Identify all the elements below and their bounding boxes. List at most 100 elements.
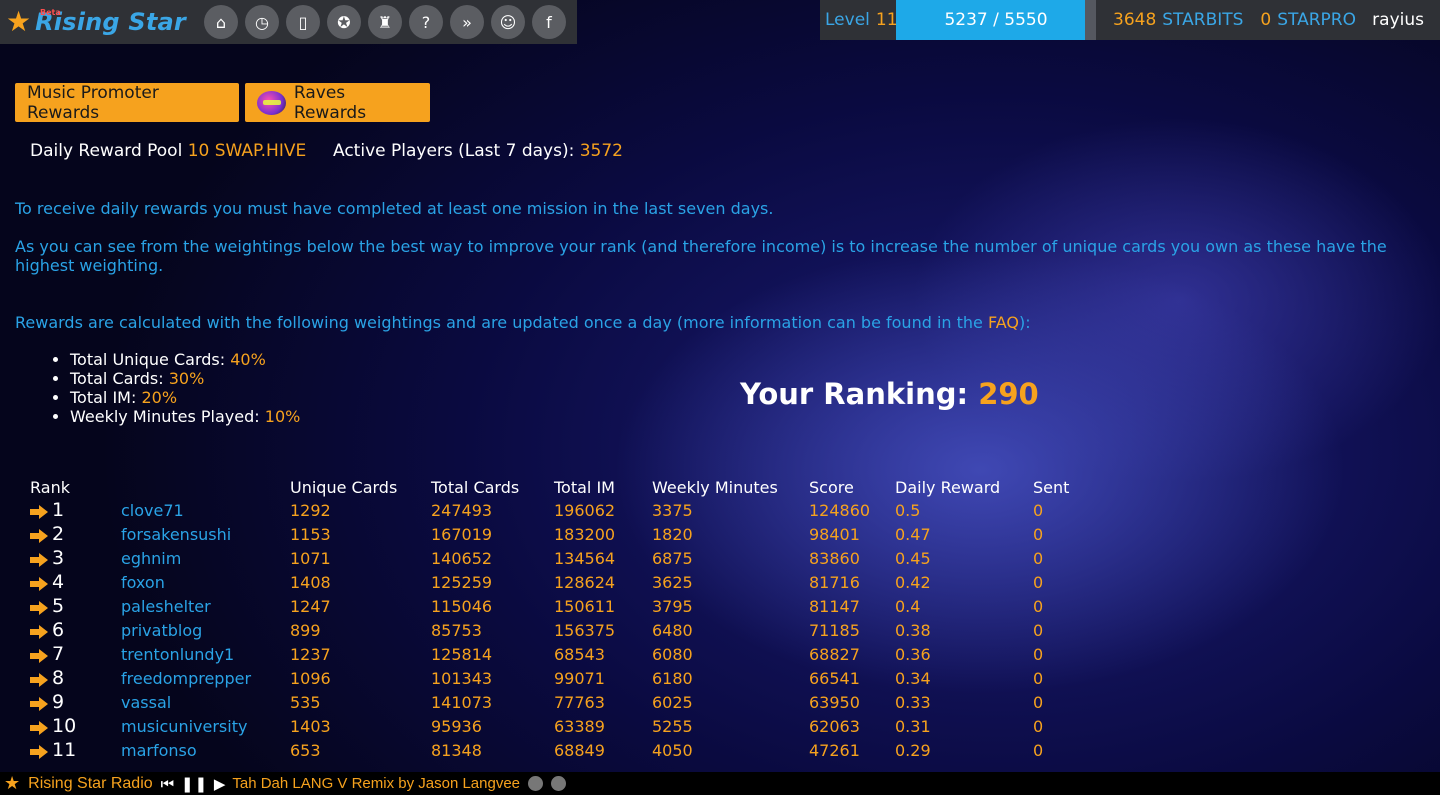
header-rank: Rank <box>30 478 70 497</box>
unique-cards-cell: 1237 <box>290 645 331 664</box>
soundcloud-icon[interactable] <box>528 776 544 791</box>
weighting-item: Total Unique Cards: 40% <box>70 350 300 369</box>
score-cell: 68827 <box>809 645 860 664</box>
total-im-cell: 68849 <box>554 741 605 760</box>
active-players: Active Players (Last 7 days): 3572 <box>333 141 623 161</box>
daily-reward-pool: Daily Reward Pool 10 SWAP.HIVE <box>30 141 306 161</box>
total-cards-cell: 141073 <box>431 693 493 712</box>
header-total-cards: Total Cards <box>431 478 520 497</box>
username-cell[interactable]: eghnim <box>121 547 181 571</box>
total-cards-cell: 125814 <box>431 645 493 664</box>
star-icon: ★ <box>6 5 32 38</box>
rank-arrow-icon <box>30 721 48 735</box>
score-cell: 83860 <box>809 549 860 568</box>
info-paragraph-weightings: As you can see from the weightings below… <box>15 237 1387 275</box>
your-ranking: Your Ranking: 290 <box>740 377 1039 411</box>
weighting-label: Total Cards: <box>70 369 164 388</box>
rank-number: 1 <box>52 499 65 521</box>
sent-cell: 0 <box>1033 645 1044 664</box>
main-nav: ★ Beta Rising Star ⌂ ◷ ▯ ✪ ♜?» ☺ f <box>0 0 577 44</box>
username-cell[interactable]: forsakensushi <box>121 523 231 547</box>
username-cell[interactable]: marfonso <box>121 739 197 763</box>
daily-reward-cell: 0.33 <box>895 693 931 712</box>
total-im-cell: 68543 <box>554 645 605 664</box>
weekly-minutes-cell: 4050 <box>652 741 693 760</box>
total-cards-cell: 247493 <box>431 501 493 520</box>
raves-rewards-button[interactable]: Raves Rewards <box>245 83 430 123</box>
discord-icon[interactable]: ☺ <box>491 5 525 39</box>
weekly-minutes-cell: 6875 <box>652 549 693 568</box>
radio-track: Tah Dah LANG V Remix by Jason Langvee <box>232 775 521 792</box>
sent-cell: 0 <box>1033 597 1044 616</box>
sent-cell: 0 <box>1033 669 1044 688</box>
xp-text: 5237 / 5550 <box>944 10 1048 30</box>
radio-controls[interactable]: ⏮ ❚❚ ▶ <box>161 775 227 793</box>
total-cards-cell: 125259 <box>431 573 493 592</box>
currency-bar: 3648 STARBITS 0 STARPRO rayius <box>1096 0 1440 40</box>
weekly-minutes-cell: 6080 <box>652 645 693 664</box>
rank-arrow-icon <box>30 625 48 639</box>
sent-cell: 0 <box>1033 549 1044 568</box>
username-cell[interactable]: trentonlundy1 <box>121 643 234 667</box>
faq-link[interactable]: FAQ <box>988 313 1019 332</box>
brand-logo[interactable]: ★ Beta Rising Star <box>0 0 196 44</box>
rank-arrow-icon <box>30 673 48 687</box>
weighting-item: Total Cards: 30% <box>70 369 300 388</box>
header-weekly-minutes: Weekly Minutes <box>652 478 778 497</box>
daily-reward-cell: 0.29 <box>895 741 931 760</box>
total-im-cell: 77763 <box>554 693 605 712</box>
active-players-label: Active Players (Last 7 days): <box>333 141 575 161</box>
total-cards-cell: 81348 <box>431 741 482 760</box>
radio-star-icon: ★ <box>4 773 21 794</box>
hive-icon[interactable]: » <box>450 5 484 39</box>
table-row: 4 foxon 1408 125259 128624 3625 81716 0.42 0 <box>0 571 1100 595</box>
weekly-minutes-cell: 1820 <box>652 525 693 544</box>
username-cell[interactable]: privatblog <box>121 619 202 643</box>
level-label: Level <box>825 10 870 30</box>
table-row: 10 musicuniversity 1403 95936 63389 5255 62063… <box>0 715 1100 739</box>
header-sent: Sent <box>1033 478 1070 497</box>
username-cell[interactable]: foxon <box>121 571 165 595</box>
total-cards-cell: 167019 <box>431 525 493 544</box>
username-cell[interactable]: paleshelter <box>121 595 211 619</box>
score-cell: 66541 <box>809 669 860 688</box>
unique-cards-cell: 1247 <box>290 597 331 616</box>
weighting-value: 30% <box>168 369 205 388</box>
rank-number: 6 <box>52 619 65 641</box>
rank-number: 3 <box>52 547 65 569</box>
total-im-cell: 134564 <box>554 549 616 568</box>
trophy-icon[interactable]: ♜ <box>368 5 402 39</box>
total-im-cell: 128624 <box>554 573 616 592</box>
table-row: 6 privatblog 899 85753 156375 6480 71185 0.38 0 <box>0 619 1100 643</box>
ranking-label: Your Ranking: <box>740 377 969 411</box>
badge-icon[interactable]: ✪ <box>327 5 361 39</box>
cards-icon[interactable]: ▯ <box>286 5 320 39</box>
music-promoter-rewards-button[interactable]: Music Promoter Rewards <box>15 83 239 123</box>
username[interactable]: rayius <box>1372 10 1424 30</box>
username-cell[interactable]: musicuniversity <box>121 715 247 739</box>
rank-arrow-icon <box>30 577 48 591</box>
total-cards-cell: 140652 <box>431 549 493 568</box>
volume-icon[interactable] <box>551 776 567 791</box>
username-cell[interactable]: freedomprepper <box>121 667 251 691</box>
table-row: 8 freedomprepper 1096 101343 99071 6180 66541 0… <box>0 667 1100 691</box>
info-paragraph-calculation: Rewards are calculated with the followin… <box>15 313 1420 332</box>
calculation-text-end: ): <box>1018 313 1031 332</box>
sent-cell: 0 <box>1033 741 1044 760</box>
table-row: 1 clove71 1292 247493 196062 3375 124860 0.5 0 <box>0 499 1100 523</box>
weighting-label: Weekly Minutes Played: <box>70 407 260 426</box>
radio-title[interactable]: Rising Star Radio <box>28 775 153 793</box>
facebook-icon[interactable]: f <box>532 5 566 39</box>
info-paragraph-missions: To receive daily rewards you must have c… <box>15 199 774 218</box>
starpro-label: STARPRO <box>1277 10 1356 30</box>
username-cell[interactable]: vassal <box>121 691 171 715</box>
total-im-cell: 183200 <box>554 525 616 544</box>
missions-icon[interactable]: ◷ <box>245 5 279 39</box>
total-im-cell: 150611 <box>554 597 616 616</box>
username-cell[interactable]: clove71 <box>121 499 184 523</box>
home-icon[interactable]: ⌂ <box>204 5 238 39</box>
rank-number: 9 <box>52 691 65 713</box>
help-icon[interactable]: ? <box>409 5 443 39</box>
sent-cell: 0 <box>1033 693 1044 712</box>
score-cell: 124860 <box>809 501 871 520</box>
